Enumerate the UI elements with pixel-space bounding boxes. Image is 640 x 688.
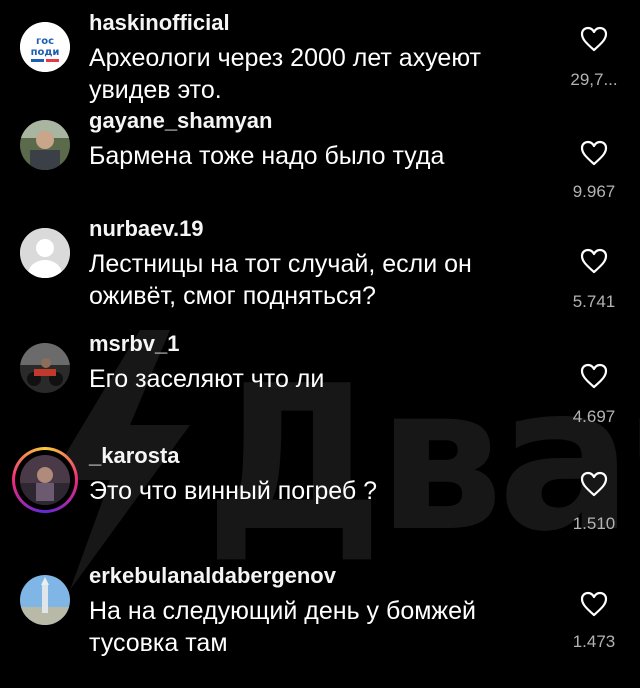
heart-icon[interactable] [580, 140, 608, 166]
like-count: 29,7... [570, 70, 618, 89]
user-photo-icon [20, 120, 70, 170]
heart-icon[interactable] [580, 591, 608, 617]
user-photo-icon [20, 455, 70, 505]
heart-icon[interactable] [580, 363, 608, 389]
like-count: 4.697 [572, 407, 616, 426]
comment-text: На на следующий день у бомжей тусовка та… [89, 597, 476, 657]
svg-text:поди: поди [31, 47, 60, 58]
heart-icon[interactable] [580, 26, 608, 52]
comment-username[interactable]: msrbv_1 [89, 331, 180, 357]
gosuslugi-logo-icon: гос поди [20, 22, 70, 72]
comment-username[interactable]: _karosta [89, 443, 180, 469]
avatar[interactable] [20, 228, 70, 278]
comment-text: Его заселяют что ли [89, 365, 325, 393]
comment-username[interactable]: nurbaev.19 [89, 216, 204, 242]
comment-text: Бармена тоже надо было туда [89, 142, 445, 170]
avatar[interactable] [20, 575, 70, 625]
like-count: 9.967 [572, 182, 616, 201]
landscape-photo-icon [20, 575, 70, 625]
default-avatar-icon [20, 228, 70, 278]
like-count: 1.473 [572, 632, 616, 651]
svg-text:гос: гос [36, 36, 54, 47]
heart-icon[interactable] [580, 248, 608, 274]
comment-username[interactable]: haskinofficial [89, 10, 230, 36]
comment-text: Это что винный погреб ? [89, 477, 378, 505]
heart-icon[interactable] [580, 471, 608, 497]
avatar[interactable] [20, 120, 70, 170]
avatar[interactable] [20, 343, 70, 393]
motorcycle-photo-icon [20, 343, 70, 393]
comment-username[interactable]: erkebulanaldabergenov [89, 563, 336, 589]
comment-text: Археологи через 2000 лет ахуеют увидев э… [89, 44, 481, 104]
comment-text: Лестницы на тот случай, если он оживёт, … [89, 250, 472, 310]
avatar[interactable]: гос поди [20, 22, 70, 72]
like-count: 5.741 [572, 292, 616, 311]
like-count: 1.510 [572, 514, 616, 533]
avatar[interactable] [20, 455, 70, 505]
comment-username[interactable]: gayane_shamyan [89, 108, 272, 134]
